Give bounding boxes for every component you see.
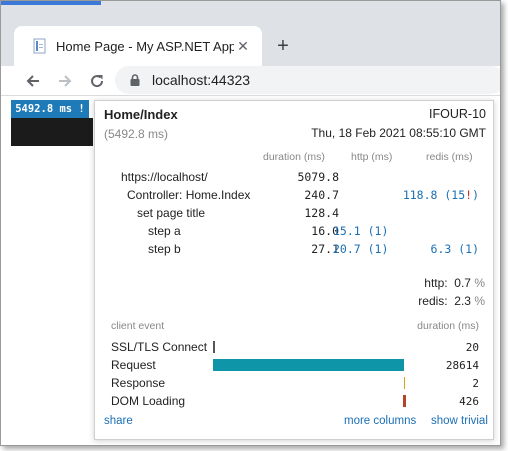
timing-row[interactable]: step a 16.0 15.1 (1) (95, 224, 493, 242)
timing-duration: 128.4 (304, 206, 339, 220)
toolbar: localhost:44323 (1, 66, 500, 96)
timing-redis[interactable]: 118.8 (15!) (403, 188, 479, 202)
client-event-duration: 20 (465, 341, 479, 354)
redis-column-header: redis (ms) (426, 151, 473, 163)
client-event-duration: 426 (459, 395, 479, 408)
timing-row[interactable]: set page title 128.4 (95, 206, 493, 224)
timing-label: https://localhost/ (121, 170, 208, 184)
reload-icon (91, 75, 104, 88)
lock-icon (130, 74, 140, 86)
client-event-row: Response 2 (95, 375, 493, 393)
popup-footer: share more columns show trivial (95, 415, 493, 431)
client-event-label: SSL/TLS Connect (111, 340, 208, 354)
miniprofiler-popup: Home/Index (5492.8 ms) IFOUR-10 Thu, 18 … (94, 100, 494, 440)
http-column-header: http (ms) (351, 151, 393, 163)
more-columns-link[interactable]: more columns (344, 415, 416, 427)
timing-http[interactable]: 15.1 (1) (333, 224, 388, 238)
back-button[interactable] (21, 69, 45, 93)
page-content: 5492.8 ms ! Home/Index (5492.8 ms) IFOUR… (1, 96, 500, 445)
timing-http[interactable]: 20.7 (1) (333, 242, 388, 256)
show-trivial-link[interactable]: show trivial (431, 415, 488, 427)
miniprofiler-badge[interactable]: 5492.8 ms ! (11, 100, 89, 118)
timing-label: step b (148, 242, 181, 256)
client-event-duration: 2 (472, 377, 479, 390)
client-event-bar (403, 377, 406, 389)
forward-icon (59, 75, 72, 87)
summary-redis: redis: 2.3 % (418, 294, 485, 308)
client-event-row: SSL/TLS Connect 20 (95, 339, 493, 357)
forward-button[interactable] (53, 69, 77, 93)
timing-duration: 240.7 (304, 188, 339, 202)
client-event-label: Response (111, 376, 166, 390)
timing-label: set page title (137, 206, 206, 220)
close-icon[interactable]: ✕ (234, 37, 252, 55)
client-event-row: DOM Loading 426 (95, 393, 493, 411)
miniprofiler-results-bar (11, 118, 93, 146)
timing-row[interactable]: https://localhost/ 5079.8 (95, 170, 493, 188)
browser-window: Home Page - My ASP.NET Applic ✕ + localh… (0, 0, 501, 446)
share-link[interactable]: share (104, 415, 133, 427)
timing-label: Controller: Home.Index (127, 188, 251, 202)
client-event-label: DOM Loading (111, 394, 186, 408)
client-event-bar (213, 359, 404, 371)
summary-http: http: 0.7 % (424, 276, 485, 290)
reload-button[interactable] (85, 69, 109, 93)
machine-name: IFOUR-10 (429, 107, 486, 121)
previous-tab-accent (1, 1, 101, 5)
back-icon (26, 75, 39, 87)
timing-redis[interactable]: 6.3 (1) (431, 242, 479, 256)
client-event-row: Request 28614 (95, 357, 493, 375)
client-event-header: client event (111, 320, 165, 332)
client-event-label: Request (111, 358, 156, 372)
request-name: Home/Index (104, 107, 178, 122)
start-time: Thu, 18 Feb 2021 08:55:10 GMT (311, 126, 486, 140)
tab-strip: Home Page - My ASP.NET Applic ✕ + (1, 1, 500, 66)
address-bar[interactable]: localhost:44323 (115, 66, 500, 94)
timing-row[interactable]: Controller: Home.Index 240.7 118.8 (15!) (95, 188, 493, 206)
client-duration-header: duration (ms) (417, 320, 479, 332)
timing-duration: 5079.8 (297, 170, 339, 184)
duration-column-header: duration (ms) (263, 151, 325, 163)
new-tab-button[interactable]: + (271, 34, 295, 58)
client-event-bar (213, 341, 215, 353)
url-text: localhost:44323 (152, 72, 251, 88)
timing-label: step a (148, 224, 181, 238)
favicon-icon (33, 38, 46, 54)
tab-title: Home Page - My ASP.NET Applic (56, 38, 234, 54)
total-duration: (5492.8 ms) (104, 127, 169, 141)
active-tab[interactable]: Home Page - My ASP.NET Applic ✕ (14, 26, 262, 66)
client-event-bar (403, 395, 406, 407)
client-event-duration: 28614 (445, 359, 479, 372)
timing-row[interactable]: step b 27.1 20.7 (1) 6.3 (1) (95, 242, 493, 260)
